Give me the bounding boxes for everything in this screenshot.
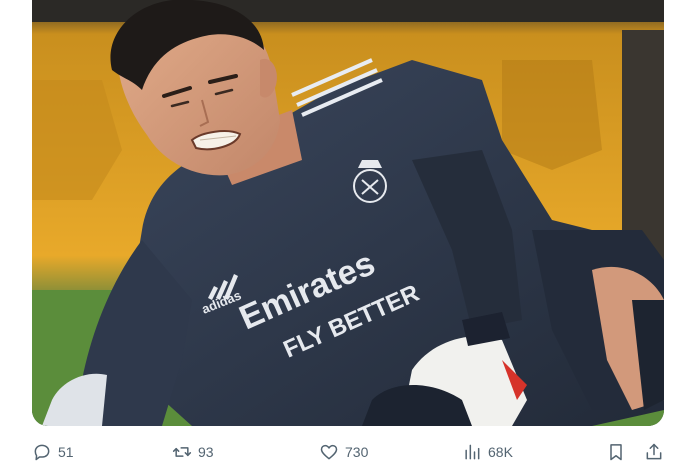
share-button[interactable] bbox=[644, 442, 664, 462]
share-icon bbox=[646, 443, 662, 460]
views-count: 68K bbox=[488, 444, 513, 460]
retweet-count: 93 bbox=[198, 444, 214, 460]
like-count: 730 bbox=[345, 444, 369, 460]
tweet: adidas Emirates FLY BETTER 51 93 730 68K bbox=[0, 0, 700, 465]
reply-icon bbox=[34, 444, 50, 461]
reply-button[interactable]: 51 bbox=[32, 442, 74, 462]
reply-count: 51 bbox=[58, 444, 74, 460]
views-button[interactable]: 68K bbox=[462, 442, 513, 462]
retweet-icon bbox=[172, 447, 192, 457]
tweet-action-bar: 51 93 730 68K bbox=[32, 438, 668, 465]
bookmark-button[interactable] bbox=[606, 442, 626, 462]
photo-illustration: adidas Emirates FLY BETTER bbox=[32, 0, 664, 426]
like-button[interactable]: 730 bbox=[319, 442, 368, 462]
bookmark-icon bbox=[610, 444, 622, 461]
retweet-button[interactable]: 93 bbox=[172, 442, 214, 462]
views-icon bbox=[465, 444, 480, 460]
tweet-media-photo[interactable]: adidas Emirates FLY BETTER bbox=[32, 0, 664, 426]
like-icon bbox=[320, 444, 338, 460]
